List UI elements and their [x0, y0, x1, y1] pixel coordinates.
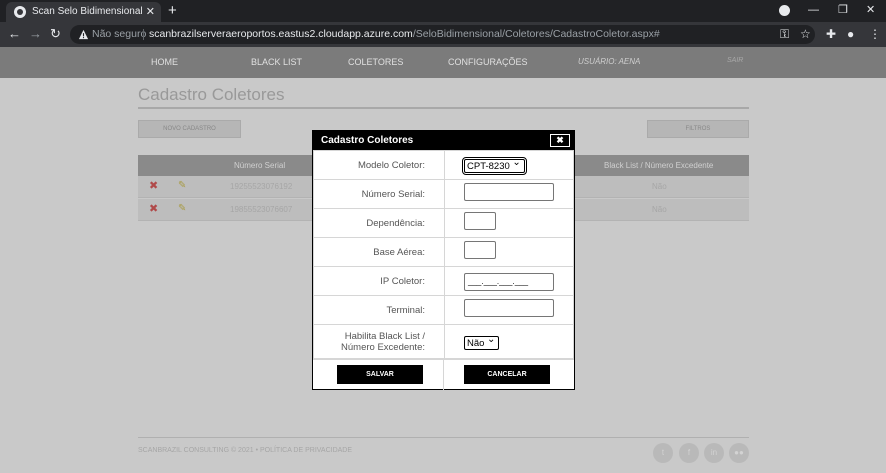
- linkedin-icon[interactable]: in: [704, 443, 724, 463]
- reload-icon[interactable]: ↻: [50, 26, 61, 42]
- grid-header-serial: Número Serial: [234, 161, 286, 170]
- address-bar[interactable]: Não seguro scanbrazilserveraeroportos.ea…: [70, 25, 815, 44]
- nav-blacklist[interactable]: BLACK LIST: [251, 57, 302, 67]
- cancel-button[interactable]: CANCELAR: [464, 365, 550, 384]
- actions-divider: [443, 359, 444, 390]
- delete-icon[interactable]: ✖: [149, 179, 158, 193]
- modal-close-button[interactable]: ✖: [550, 134, 570, 147]
- nav-home[interactable]: HOME: [151, 57, 178, 67]
- modal-actions: SALVAR CANCELAR: [313, 358, 574, 390]
- page-title: Cadastro Coletores: [138, 85, 285, 104]
- row-serial: 19855523076607: [230, 205, 293, 214]
- forward-icon[interactable]: →: [29, 26, 42, 42]
- nav-configuracoes[interactable]: CONFIGURAÇÕES: [448, 57, 528, 67]
- form-row-base: Base Aérea:: [313, 237, 574, 267]
- menu-icon[interactable]: ⋮: [869, 27, 881, 41]
- modelo-select[interactable]: CPT-8230: [462, 157, 527, 175]
- nav-exit[interactable]: SAIR: [727, 57, 743, 64]
- delete-icon[interactable]: ✖: [149, 202, 158, 216]
- star-icon[interactable]: ☆: [800, 27, 811, 41]
- ip-label: IP Coletor:: [313, 266, 445, 296]
- footer-text: SCANBRAZIL CONSULTING © 2021 • POLÍTICA …: [138, 447, 353, 454]
- blacklist-label: Habilita Black List / Número Excedente:: [313, 324, 445, 360]
- flickr-icon[interactable]: ●●: [729, 443, 749, 463]
- form-row-serial: Número Serial:: [313, 179, 574, 209]
- facebook-icon[interactable]: f: [679, 443, 699, 463]
- edit-icon[interactable]: ✎: [178, 179, 186, 193]
- filter-button[interactable]: FILTROS: [647, 120, 749, 138]
- row-blacklist: Não: [652, 182, 667, 191]
- browser-toolbar: ← → ↻ Não seguro scanbrazilserveraeropor…: [0, 22, 886, 47]
- tab-close-icon[interactable]: ✕: [146, 5, 155, 19]
- account-icon[interactable]: ●: [847, 27, 854, 41]
- twitter-icon[interactable]: t: [653, 443, 673, 463]
- site-nav: HOME BLACK LIST COLETORES CONFIGURAÇÕES …: [0, 47, 886, 78]
- window-close-icon[interactable]: ✕: [866, 3, 875, 17]
- address-divider: [143, 29, 144, 40]
- terminal-input[interactable]: [464, 298, 554, 317]
- title-divider: [138, 107, 749, 109]
- browser-tab-bar: Scan Selo Bidimensional ✕ + — ❐ ✕: [0, 0, 886, 22]
- profile-icon[interactable]: [779, 5, 790, 16]
- save-button[interactable]: SALVAR: [337, 365, 423, 384]
- footer-divider: [138, 437, 749, 438]
- serial-label: Número Serial:: [313, 179, 445, 209]
- dependencia-label: Dependência:: [313, 208, 445, 238]
- restore-icon[interactable]: ❐: [838, 3, 848, 17]
- new-record-button[interactable]: NOVO CADASTRO: [138, 120, 241, 138]
- back-icon[interactable]: ←: [8, 26, 21, 42]
- modelo-label: Modelo Coletor:: [313, 150, 445, 180]
- terminal-label: Terminal:: [313, 295, 445, 325]
- key-icon[interactable]: ⚿: [780, 27, 789, 41]
- form-row-blacklist: Habilita Black List / Número Excedente: …: [313, 324, 574, 360]
- base-input[interactable]: [464, 240, 496, 259]
- warning-icon[interactable]: [78, 29, 89, 40]
- form-row-dependencia: Dependência:: [313, 208, 574, 238]
- form-row-terminal: Terminal:: [313, 295, 574, 325]
- base-label: Base Aérea:: [313, 237, 445, 267]
- user-label: USUÁRIO: AENA: [578, 57, 641, 66]
- row-serial: 19255523076192: [230, 182, 293, 191]
- new-tab-button[interactable]: +: [168, 2, 177, 19]
- security-label: Não seguro: [92, 28, 147, 40]
- grid-header-blacklist: Black List / Número Excedente: [604, 161, 714, 170]
- form-table: Modelo Coletor: CPT-8230 Número Serial: …: [313, 150, 574, 360]
- extensions-icon[interactable]: ✚: [826, 27, 836, 41]
- form-row-modelo: Modelo Coletor: CPT-8230: [313, 150, 574, 180]
- nav-coletores[interactable]: COLETORES: [348, 57, 403, 67]
- edit-icon[interactable]: ✎: [178, 202, 186, 216]
- blacklist-select[interactable]: Não: [464, 334, 500, 350]
- minimize-icon[interactable]: —: [808, 3, 819, 17]
- globe-icon: [14, 6, 26, 18]
- serial-input[interactable]: [464, 182, 554, 201]
- ip-input[interactable]: ___.___.___.___: [464, 273, 554, 291]
- browser-tab[interactable]: Scan Selo Bidimensional ✕: [6, 2, 161, 22]
- modal-header: Cadastro Coletores ✖: [313, 131, 574, 150]
- dependencia-input[interactable]: [464, 211, 496, 230]
- form-row-ip: IP Coletor: ___.___.___.___: [313, 266, 574, 296]
- tab-title: Scan Selo Bidimensional: [32, 6, 143, 17]
- row-blacklist: Não: [652, 205, 667, 214]
- cadastro-modal: Cadastro Coletores ✖ Modelo Coletor: CPT…: [312, 130, 575, 390]
- modal-title: Cadastro Coletores: [321, 135, 414, 146]
- url-text[interactable]: scanbrazilserveraeroportos.eastus2.cloud…: [149, 28, 660, 40]
